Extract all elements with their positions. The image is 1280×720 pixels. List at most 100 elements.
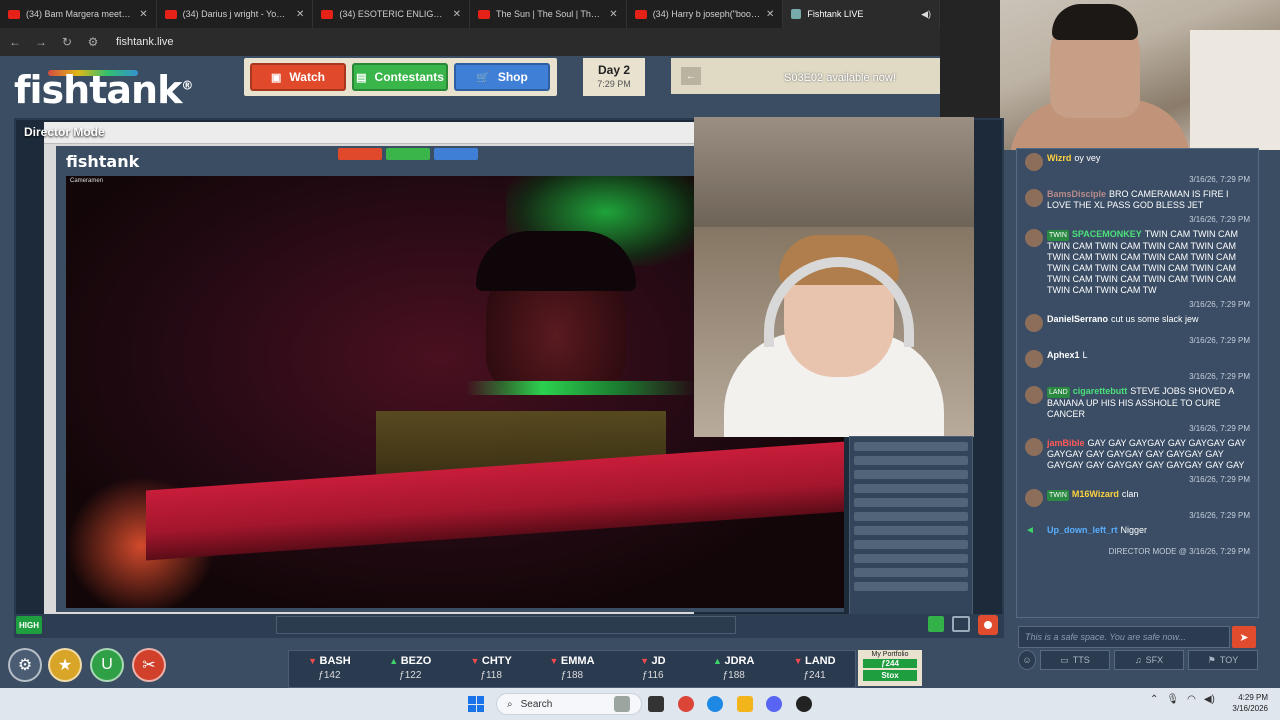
captured-chat-line	[854, 498, 968, 507]
ticker-item[interactable]: ▼ BASH ƒ142	[289, 651, 370, 687]
portfolio-widget: My Portfolio ƒ244 Stox	[858, 650, 922, 686]
browser-tab[interactable]: (34) ESOTERIC ENLIGHTENMEN✕	[313, 0, 471, 28]
arrow-left-icon[interactable]: ←	[681, 67, 701, 85]
fullscreen-icon[interactable]	[952, 616, 970, 632]
microphone-icon[interactable]: 🎙	[1166, 694, 1179, 705]
medal-icon[interactable]: ★	[48, 648, 82, 682]
speaker-icon[interactable]: ◀)	[921, 9, 931, 20]
forward-icon[interactable]: →	[34, 35, 48, 49]
chat-message: jamBible GAY GAY GAYGAY GAY GAYGAY GAY GA…	[1017, 434, 1258, 485]
captured-chat-line	[854, 540, 968, 549]
close-tab-icon[interactable]: ✕	[766, 9, 774, 20]
browser-urlbar: ← → ↻ ⚙ fishtank.live	[0, 28, 940, 56]
discord-icon[interactable]	[766, 696, 782, 712]
close-tab-icon[interactable]: ✕	[453, 9, 461, 20]
browser-tab[interactable]: (34) Bam Margera meets Jame✕	[0, 0, 157, 28]
close-tab-icon[interactable]: ✕	[609, 9, 617, 20]
wifi-icon[interactable]: ◠	[1187, 694, 1196, 705]
send-button[interactable]: ➤	[1232, 626, 1256, 648]
search-icon: ⌕	[507, 698, 513, 710]
system-tray: ⌃ 🎙 ◠ ◀)	[1150, 694, 1215, 705]
captured-fishtank-logo: fishtank	[66, 152, 140, 171]
back-icon[interactable]: ←	[8, 35, 22, 49]
main-nav: ▣ Watch ▤ Contestants 🛒 Shop	[244, 58, 557, 96]
send-arrow-icon: ➤	[1239, 631, 1249, 644]
fish-icon: ◄	[1025, 525, 1035, 536]
captured-browser-chrome	[44, 122, 694, 144]
chevron-up-icon[interactable]: ⌃	[1150, 694, 1158, 705]
chat-message: Wizrd oy vey 3/16/26, 7:29 PM	[1017, 149, 1258, 185]
chrome-icon[interactable]	[678, 696, 694, 712]
youtube-icon	[8, 9, 20, 19]
browser-tab[interactable]: The Sun | The Soul | The Four E✕	[470, 0, 627, 28]
chat-input[interactable]: This is a safe space. You are safe now..…	[1018, 626, 1230, 648]
watch-button[interactable]: ▣ Watch	[250, 63, 346, 91]
chat-actions: ☺ ▭ TTS ♫ SFX ⚑ TOY	[1018, 650, 1258, 670]
episode-notice[interactable]: ← S03E02 available now!	[671, 58, 940, 94]
url-field[interactable]: fishtank.live	[116, 36, 173, 48]
captured-chat-line	[854, 526, 968, 535]
reload-icon[interactable]: ↻	[60, 35, 74, 49]
shop-button[interactable]: 🛒 Shop	[454, 63, 550, 91]
tts-icon: ▭	[1060, 654, 1069, 665]
arrow-down-icon: ▼	[793, 656, 806, 666]
chat-message: Aphex1 L 3/16/26, 7:29 PM	[1017, 346, 1258, 382]
youtube-icon	[164, 9, 177, 19]
blanket	[1190, 30, 1280, 150]
tts-button[interactable]: ▭ TTS	[1040, 650, 1110, 670]
video-green-strip	[466, 381, 696, 395]
emoji-button[interactable]: ☺	[1018, 650, 1036, 670]
avatar[interactable]	[1025, 489, 1043, 507]
sfx-button[interactable]: ♫ SFX	[1114, 650, 1184, 670]
close-tab-icon[interactable]: ✕	[139, 9, 147, 20]
widgets-icon[interactable]	[614, 696, 630, 712]
file-explorer-icon[interactable]	[737, 696, 753, 712]
avatar[interactable]	[1025, 386, 1043, 404]
ticker-item[interactable]: ▲ BEZO ƒ122	[370, 651, 451, 687]
avatar[interactable]	[1025, 153, 1043, 171]
avatar[interactable]	[1025, 350, 1043, 368]
toy-button[interactable]: ⚑ TOY	[1188, 650, 1258, 670]
windows-start-icon[interactable]	[468, 696, 484, 712]
ticker-item[interactable]: ▲ JDRA ƒ188	[693, 651, 774, 687]
browser-tab[interactable]: (34) Harry b joseph("book of w✕	[627, 0, 784, 28]
fishtank-logo[interactable]: fishtank®	[14, 68, 193, 112]
browser-tab-active[interactable]: Fishtank LIVE ◀)	[783, 0, 941, 28]
settings-icon[interactable]: ⚙	[8, 648, 42, 682]
avatar[interactable]	[1025, 189, 1043, 207]
browser-tab[interactable]: (34) Darius j wright - YouTube ✕	[157, 0, 314, 28]
ticker-item[interactable]: ▼ CHTY ƒ118	[451, 651, 532, 687]
contestants-icon: ▤	[356, 71, 367, 84]
tools-icon[interactable]: ✂	[132, 648, 166, 682]
avatar[interactable]	[1025, 314, 1043, 332]
arrow-down-icon: ▼	[640, 656, 652, 666]
captured-chat-line	[854, 442, 968, 451]
record-button[interactable]	[978, 615, 998, 635]
edge-icon[interactable]	[707, 696, 723, 712]
ticker-item[interactable]: ▼ LAND ƒ241	[774, 651, 855, 687]
avatar[interactable]	[1025, 229, 1043, 247]
tv-icon: ▣	[271, 71, 282, 84]
ticker-item[interactable]: ▼ JD ƒ116	[612, 651, 693, 687]
magnet-icon[interactable]: U	[90, 648, 124, 682]
volume-icon[interactable]: ◀)	[1204, 694, 1215, 705]
captured-chat-line	[854, 470, 968, 479]
ticker-item[interactable]: ▼ EMMA ƒ188	[532, 651, 613, 687]
captured-chat-line	[854, 554, 968, 563]
captured-chat-line	[854, 582, 968, 591]
captured-chat-line	[854, 512, 968, 521]
chat-panel[interactable]: Wizrd oy vey 3/16/26, 7:29 PM BamsDisciple…	[1016, 148, 1259, 618]
close-tab-icon[interactable]: ✕	[296, 9, 304, 20]
pip-icon[interactable]	[928, 616, 944, 632]
site-info-icon[interactable]: ⚙	[86, 35, 100, 49]
person-hair	[1052, 4, 1138, 40]
taskbar-clock[interactable]: 4:29 PM 3/16/2026	[1228, 692, 1268, 714]
chat-message: DanielSerrano cut us some slack jew 3/16/2…	[1017, 310, 1258, 346]
contestants-button[interactable]: ▤ Contestants	[352, 63, 448, 91]
captured-chat	[849, 436, 973, 616]
task-view-icon[interactable]	[648, 696, 664, 712]
stox-button[interactable]: Stox	[863, 670, 917, 681]
avatar[interactable]	[1025, 438, 1043, 456]
obs-icon[interactable]	[796, 696, 812, 712]
quality-badge[interactable]: HIGH	[16, 616, 42, 634]
